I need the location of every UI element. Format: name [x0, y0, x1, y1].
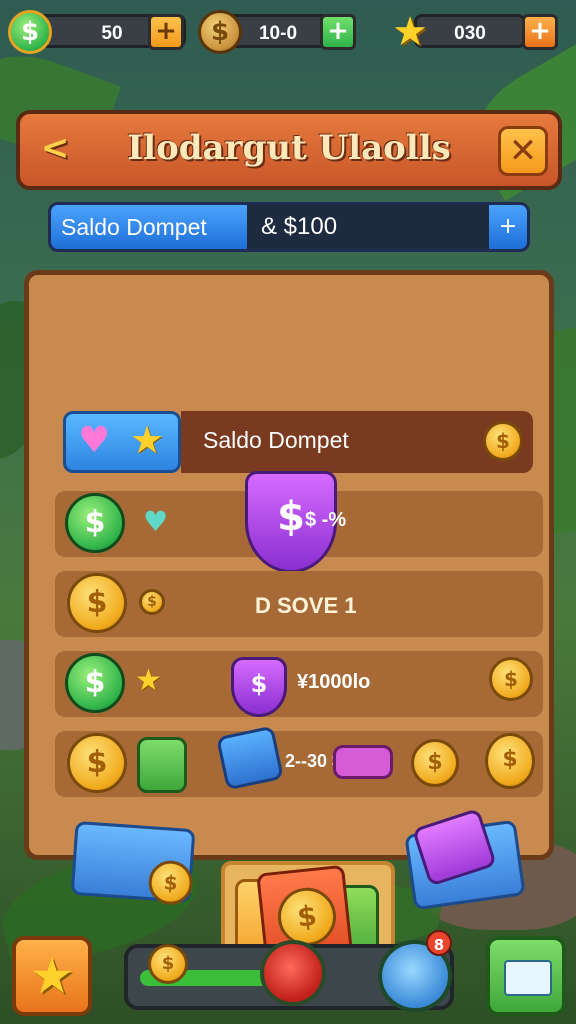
cash-resource: 50 $ +: [8, 10, 186, 54]
wallet-header-label: Saldo Dompet: [203, 427, 349, 453]
notification-badge: 8: [426, 930, 452, 956]
window-header: < Ilodargut Ulaolls ✕: [16, 110, 562, 190]
close-button[interactable]: ✕: [498, 126, 548, 176]
add-stars-button[interactable]: +: [522, 14, 558, 50]
dollar-icon: $: [8, 10, 52, 54]
mail-button[interactable]: [486, 936, 566, 1016]
wallet-window: < Ilodargut Ulaolls ✕ Saldo Dompet & $10…: [16, 110, 562, 979]
add-cash-button[interactable]: +: [148, 14, 184, 50]
window-title: Ilodargut Ulaolls: [127, 128, 451, 168]
reward-row-3[interactable]: $ ★ $ ¥1000lo $: [55, 651, 543, 717]
wallet-header-row: Saldo Dompet $: [181, 411, 533, 473]
heart-icon: ♥: [143, 505, 169, 538]
reward-row-4[interactable]: $ 2--30 $ $ $: [55, 725, 543, 797]
favorites-button[interactable]: ★: [12, 936, 92, 1016]
coin-stack-icon: $: [485, 733, 535, 789]
purple-ticket-icon: [333, 745, 393, 779]
resource-bar: 50 $ + 10-0 $ + 030 ★ +: [8, 6, 568, 58]
blue-voucher-card[interactable]: $: [70, 820, 196, 907]
rewards-panel: ♥ ★ Saldo Dompet $ $ ♥ $ $ -% $ $ D SOVE…: [24, 270, 554, 979]
blue-voucher-card-right[interactable]: [404, 807, 526, 911]
star-icon: ★: [392, 9, 428, 55]
coins-resource: 10-0 $ +: [198, 10, 366, 54]
reward-row-2[interactable]: $ $ D SOVE 1: [55, 571, 543, 637]
back-button[interactable]: <: [30, 126, 80, 176]
wallet-label: Saldo Dompet: [51, 205, 247, 249]
star-icon: ★: [135, 663, 162, 698]
wallet-balance-bar: Saldo Dompet & $100 +: [48, 202, 530, 252]
coin-icon: $: [483, 421, 523, 461]
green-ticket-icon: [137, 737, 187, 793]
coin-icon: $: [411, 739, 459, 787]
coin-stack-icon: $: [489, 657, 533, 701]
reward-row-2-text: D SOVE 1: [255, 593, 357, 618]
coin-icon: $: [198, 10, 242, 54]
shield-icon: $: [231, 657, 287, 717]
blue-wallet-icon: [216, 725, 284, 791]
coin-icon: $: [147, 859, 195, 907]
stars-resource: 030 ★ +: [388, 9, 564, 55]
coin-icon: $: [67, 733, 127, 793]
reward-row-3-text: ¥1000lo: [297, 671, 371, 693]
small-coin-icon: $: [139, 589, 165, 615]
bottom-bar: ★ $ 8: [0, 930, 576, 1024]
wallet-action-button[interactable]: +: [489, 205, 527, 249]
favorites-tag[interactable]: ♥ ★: [63, 411, 181, 473]
add-coins-button[interactable]: +: [320, 14, 356, 50]
wallet-value: & $100: [261, 213, 338, 240]
record-button[interactable]: [260, 940, 326, 1006]
green-coin-icon: $: [65, 493, 125, 553]
star-icon: ★: [130, 418, 165, 462]
heart-icon: ♥: [78, 420, 111, 461]
reward-row-1[interactable]: $ ♥ $ $ -%: [55, 471, 543, 573]
green-coin-icon: $: [65, 653, 125, 713]
coin-icon: $: [148, 944, 188, 984]
purple-card-icon: [411, 807, 497, 887]
reward-row-1-text: $ -%: [305, 509, 347, 531]
coin-icon: $: [67, 573, 127, 633]
envelope-icon: [504, 960, 552, 996]
